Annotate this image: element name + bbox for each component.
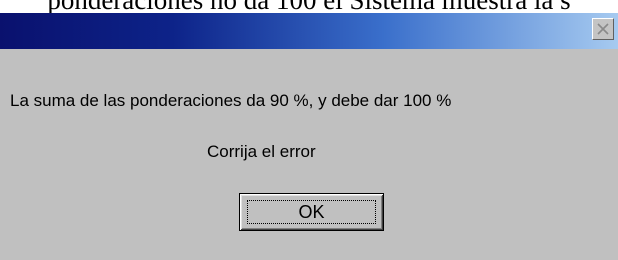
error-dialog: La suma de las ponderaciones da 90 %, y … xyxy=(0,13,618,260)
error-message: La suma de las ponderaciones da 90 %, y … xyxy=(10,91,452,110)
dialog-titlebar xyxy=(0,13,618,49)
error-instruction: Corrija el error xyxy=(207,142,316,161)
ok-button-label: OK xyxy=(298,201,325,222)
screenshot-stage: ponderaciones no da 100 el Sistema muest… xyxy=(0,0,618,260)
close-button[interactable] xyxy=(592,18,614,40)
ok-button[interactable]: OK xyxy=(239,193,384,231)
close-icon xyxy=(597,23,609,35)
